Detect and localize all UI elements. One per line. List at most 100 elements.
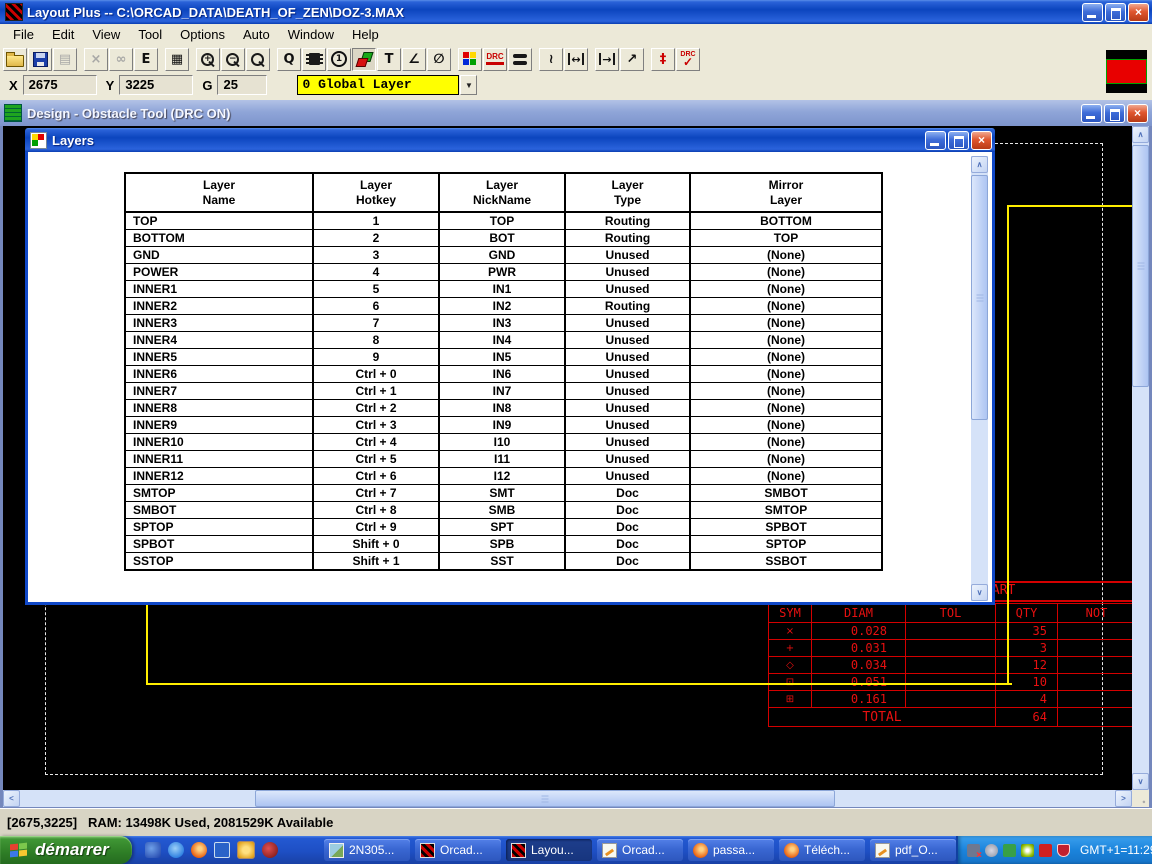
layer-cell[interactable]: IN6 bbox=[438, 365, 566, 383]
library-button[interactable]: ▤ bbox=[53, 47, 77, 71]
design-titlebar[interactable]: Design - Obstacle Tool (DRC ON) × bbox=[0, 100, 1152, 126]
antivirus-icon[interactable] bbox=[1039, 843, 1052, 857]
layer-cell[interactable]: INNER8 bbox=[124, 399, 314, 417]
layer-cell[interactable]: SMTOP bbox=[124, 484, 314, 502]
edit-segment-button[interactable]: → bbox=[595, 47, 619, 71]
zoom-out-button[interactable]: − bbox=[221, 47, 245, 71]
error-marker-button[interactable]: ‡ bbox=[651, 47, 675, 71]
minimize-button[interactable] bbox=[1082, 2, 1103, 22]
no-connect-button[interactable]: ∅ bbox=[427, 47, 451, 71]
spreadsheet-button[interactable]: ▦ bbox=[165, 47, 189, 71]
layers-scroll-down-icon[interactable]: ∨ bbox=[971, 584, 988, 601]
scroll-right-icon[interactable]: > bbox=[1115, 790, 1132, 807]
design-minimize-button[interactable] bbox=[1081, 103, 1102, 123]
layer-cell[interactable]: (None) bbox=[689, 416, 883, 434]
ie-icon[interactable] bbox=[168, 842, 184, 858]
menu-item-edit[interactable]: Edit bbox=[43, 25, 83, 45]
taskbar-task-passa-[interactable]: passa... bbox=[688, 839, 774, 861]
obstacle-button[interactable] bbox=[352, 47, 376, 71]
layer-cell[interactable]: IN1 bbox=[438, 280, 566, 298]
layer-cell[interactable]: (None) bbox=[689, 348, 883, 366]
query-button[interactable]: Q bbox=[277, 47, 301, 71]
layer-cell[interactable]: SPT bbox=[438, 518, 566, 536]
layer-cell[interactable]: INNER11 bbox=[124, 450, 314, 468]
edit-button[interactable]: E bbox=[134, 47, 158, 71]
layer-cell[interactable]: SMBOT bbox=[124, 501, 314, 519]
layer-cell[interactable]: Unused bbox=[564, 348, 691, 366]
layer-cell[interactable]: Shift + 0 bbox=[312, 535, 440, 553]
layer-cell[interactable]: I10 bbox=[438, 433, 566, 451]
menu-item-view[interactable]: View bbox=[83, 25, 129, 45]
menu-item-help[interactable]: Help bbox=[343, 25, 388, 45]
save-button[interactable] bbox=[28, 47, 52, 71]
layer-cell[interactable]: TOP bbox=[438, 211, 566, 230]
scroll-up-icon[interactable]: ∧ bbox=[1132, 126, 1149, 143]
auto-path-button[interactable]: ↗ bbox=[620, 47, 644, 71]
restore-button[interactable] bbox=[1105, 2, 1126, 22]
layer-cell[interactable]: Ctrl + 4 bbox=[312, 433, 440, 451]
network-icon[interactable] bbox=[1003, 843, 1016, 857]
layer-cell[interactable]: Doc bbox=[564, 501, 691, 519]
layer-cell[interactable]: SMT bbox=[438, 484, 566, 502]
layer-cell[interactable]: (None) bbox=[689, 246, 883, 264]
layers-close-button[interactable]: × bbox=[971, 130, 992, 150]
layer-cell[interactable]: 8 bbox=[312, 331, 440, 349]
layer-cell[interactable]: INNER6 bbox=[124, 365, 314, 383]
volume-icon[interactable] bbox=[985, 843, 998, 857]
vertical-scroll-thumb[interactable] bbox=[1132, 145, 1149, 387]
taskbar-task-orcad-[interactable]: Orcad... bbox=[415, 839, 501, 861]
layer-cell[interactable]: 6 bbox=[312, 297, 440, 315]
layer-cell[interactable]: 2 bbox=[312, 229, 440, 247]
taskbar-task-2n305-[interactable]: 2N305... bbox=[324, 839, 410, 861]
layer-cell[interactable]: INNER9 bbox=[124, 416, 314, 434]
close-button[interactable]: × bbox=[1128, 2, 1149, 22]
layers-column-header[interactable]: Mirror Layer bbox=[689, 172, 883, 213]
layer-cell[interactable]: Doc bbox=[564, 518, 691, 536]
layer-cell[interactable]: SST bbox=[438, 552, 566, 571]
layer-cell[interactable]: SMTOP bbox=[689, 501, 883, 519]
layer-cell[interactable]: Doc bbox=[564, 535, 691, 553]
layer-cell[interactable]: SMB bbox=[438, 501, 566, 519]
layer-cell[interactable]: INNER2 bbox=[124, 297, 314, 315]
layer-cell[interactable]: Unused bbox=[564, 433, 691, 451]
layer-cell[interactable]: Ctrl + 2 bbox=[312, 399, 440, 417]
text-button[interactable]: T bbox=[377, 47, 401, 71]
layer-cell[interactable]: (None) bbox=[689, 263, 883, 281]
layer-cell[interactable]: SSBOT bbox=[689, 552, 883, 571]
layer-cell[interactable]: Routing bbox=[564, 211, 691, 230]
layer-cell[interactable]: Unused bbox=[564, 314, 691, 332]
layers-column-header[interactable]: Layer Hotkey bbox=[312, 172, 440, 213]
layer-cell[interactable]: INNER3 bbox=[124, 314, 314, 332]
layer-cell[interactable]: TOP bbox=[124, 211, 314, 230]
scroll-left-icon[interactable]: < bbox=[3, 790, 20, 807]
layer-cell[interactable]: I12 bbox=[438, 467, 566, 485]
layer-cell[interactable]: Ctrl + 1 bbox=[312, 382, 440, 400]
scroll-down-icon[interactable]: ∨ bbox=[1132, 773, 1149, 790]
menu-item-window[interactable]: Window bbox=[279, 25, 343, 45]
layer-cell[interactable]: SPBOT bbox=[689, 518, 883, 536]
layer-select-arrow[interactable]: ▼ bbox=[460, 75, 478, 95]
start-button[interactable]: démarrer bbox=[0, 836, 132, 864]
layer-cell[interactable]: SPTOP bbox=[689, 535, 883, 553]
layer-cell[interactable]: IN5 bbox=[438, 348, 566, 366]
swatch-red-square[interactable] bbox=[1106, 59, 1147, 84]
layers-scroll-up-icon[interactable]: ∧ bbox=[971, 156, 988, 173]
layers-vertical-scrollbar[interactable]: ∧ ∨ bbox=[971, 156, 988, 601]
layer-cell[interactable]: SPBOT bbox=[124, 535, 314, 553]
layer-cell[interactable]: Unused bbox=[564, 467, 691, 485]
layers-column-header[interactable]: Layer NickName bbox=[438, 172, 566, 213]
design-vertical-scrollbar[interactable]: ∧ ∨ bbox=[1132, 126, 1149, 790]
reconnect-button[interactable] bbox=[508, 47, 532, 71]
pin-button[interactable]: 1 bbox=[327, 47, 351, 71]
layer-cell[interactable]: Unused bbox=[564, 365, 691, 383]
menu-item-file[interactable]: File bbox=[4, 25, 43, 45]
delete-button[interactable]: × bbox=[84, 47, 108, 71]
layer-cell[interactable]: Unused bbox=[564, 450, 691, 468]
layer-cell[interactable]: BOT bbox=[438, 229, 566, 247]
layer-cell[interactable]: Ctrl + 3 bbox=[312, 416, 440, 434]
layer-cell[interactable]: 7 bbox=[312, 314, 440, 332]
layer-cell[interactable]: Unused bbox=[564, 399, 691, 417]
layer-cell[interactable]: GND bbox=[438, 246, 566, 264]
layer-cell[interactable]: (None) bbox=[689, 467, 883, 485]
taskbar-task-pdf-o-[interactable]: pdf_O... bbox=[870, 839, 956, 861]
